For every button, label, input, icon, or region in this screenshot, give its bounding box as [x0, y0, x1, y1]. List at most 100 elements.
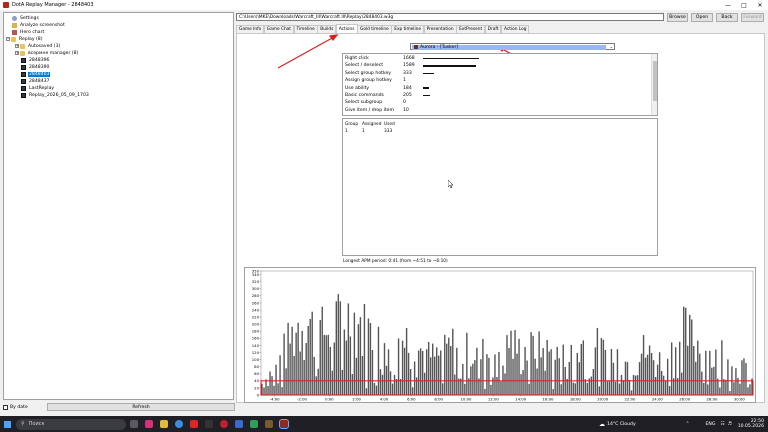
apm-bar	[685, 307, 687, 395]
replay-manager-app[interactable]	[277, 417, 291, 431]
player-select[interactable]: Aurora - [Tusker] ⌄	[410, 43, 615, 50]
apm-bar	[604, 349, 607, 395]
tray-chevron-icon[interactable]: ⌃	[686, 422, 690, 427]
stat-row[interactable]: Use ability 184	[345, 85, 430, 92]
apm-bar	[652, 360, 655, 395]
apm-bar	[429, 357, 432, 395]
tree-item-analyze-screenshot[interactable]: Analyze screenshot	[12, 22, 66, 28]
tree-item-replay-file[interactable]: 2848396	[21, 57, 50, 63]
expand-toggle[interactable]: +	[15, 44, 19, 48]
tree-item-settings[interactable]: Settings	[12, 15, 40, 21]
tab-presentation[interactable]: Presentation	[423, 25, 457, 33]
apm-bar	[703, 383, 705, 395]
screenshot-icon	[12, 22, 17, 28]
tree-item-replay-file[interactable]: 2848390	[21, 64, 50, 70]
tree-item-autosaved[interactable]: + Autosaved (3)	[15, 43, 61, 49]
stat-row[interactable]: Give item / drop item 10	[345, 107, 423, 114]
stat-row[interactable]: Select / deselect 1589	[345, 62, 477, 69]
y-tick-label: 60	[254, 371, 259, 376]
open-button[interactable]: Open	[691, 13, 713, 22]
youtube-app[interactable]	[187, 417, 201, 431]
minimize-button[interactable]: —	[720, 0, 736, 10]
taskbar-search[interactable]: ⚲ Поиск	[16, 418, 126, 430]
stat-row[interactable]: Select subgroup 0	[345, 99, 423, 106]
stat-row[interactable]: Select group hotkey 333	[345, 70, 435, 77]
replay-path-input[interactable]: C:\Users\MKE\Downloads\Warcraft_III\Warc…	[236, 13, 664, 21]
stat-bar	[423, 57, 479, 60]
apm-bar	[656, 364, 659, 395]
stat-row[interactable]: Assign group hotkey 1	[345, 77, 423, 84]
weather-text[interactable]: 14°C Cloudy	[607, 422, 636, 427]
apm-bar	[510, 330, 512, 395]
tab-game-chat[interactable]: Game Chat	[263, 25, 294, 33]
apm-bar	[644, 357, 647, 395]
replay-file-icon	[21, 71, 26, 77]
stat-row[interactable]: Right click 1668	[345, 55, 479, 62]
refresh-button[interactable]: Refresh	[47, 403, 235, 411]
tab-action-log[interactable]: Action Log	[500, 25, 530, 33]
y-tick-label: 320	[252, 279, 260, 284]
maximize-button[interactable]: □	[736, 0, 752, 10]
close-button[interactable]: ✕	[752, 0, 768, 10]
wifi-icon[interactable]: ☷	[720, 422, 724, 427]
stat-name: Select / deselect	[345, 63, 384, 69]
stat-name: Basic commands	[345, 93, 384, 98]
stat-name: Select group hotkey	[345, 70, 391, 76]
app-green[interactable]	[247, 417, 261, 431]
apm-bar	[630, 390, 633, 395]
apm-chart: 0 20 40 60 80 100 120 140 160 180 200 220 240 260 280 3…	[244, 267, 756, 403]
tree-item-manager[interactable]: + всермне manager (8)	[15, 50, 79, 56]
scrollbar-thumb[interactable]	[653, 61, 657, 101]
apm-bar	[399, 378, 402, 395]
chrome-app[interactable]	[172, 417, 186, 431]
browse-button[interactable]: Browse	[667, 13, 688, 22]
opera-app[interactable]	[217, 417, 231, 431]
apm-bar	[658, 352, 661, 395]
apm-bar	[745, 363, 747, 395]
app-icon	[235, 420, 243, 428]
expand-toggle[interactable]: +	[15, 51, 19, 55]
instagram-app[interactable]	[142, 417, 156, 431]
language-indicator[interactable]: ENG	[706, 422, 716, 427]
tree-item-replay-file[interactable]: LastReplay	[21, 85, 55, 91]
collapse-toggle[interactable]: −	[6, 37, 10, 41]
apm-bar	[570, 344, 572, 395]
clock[interactable]: 22:50 10.05.2026	[738, 419, 764, 429]
apm-bar	[307, 326, 309, 395]
replay-tree[interactable]: Settings Analyze screenshot Hero chart −…	[3, 12, 234, 400]
tab-actions[interactable]: Actions	[335, 24, 358, 33]
tree-item-replay-file[interactable]: Replay_2026_05_09_1703	[21, 92, 90, 98]
tree-item-replay-file-selected[interactable]: 2848403	[21, 71, 51, 77]
app-blue[interactable]	[232, 417, 246, 431]
tree-item-replay[interactable]: − Replay (8)	[6, 36, 44, 42]
apm-bar	[287, 322, 289, 395]
warcraft-app[interactable]	[262, 417, 276, 431]
apm-bar	[526, 360, 528, 395]
action-stats-list[interactable]: Right click 1668 Select / deselect 1589 Sele…	[342, 53, 658, 116]
tab-builds[interactable]: Builds	[317, 25, 337, 33]
stat-row[interactable]: Basic commands 205	[345, 92, 430, 99]
tab-draft[interactable]: Draft	[484, 25, 502, 33]
by-date-checkbox[interactable]	[3, 404, 8, 410]
stat-name: Assign group hotkey	[345, 78, 392, 84]
tree-item-replay-file[interactable]: 2848437	[21, 78, 50, 84]
task-view-app[interactable]	[127, 417, 141, 431]
tab-timeline[interactable]: Timeline	[293, 25, 318, 33]
forward-button[interactable]: Forward	[741, 13, 764, 22]
start-button[interactable]	[0, 416, 14, 432]
tab-extpresent[interactable]: ExtPresent	[456, 25, 486, 33]
tab-exp-timeline[interactable]: Exp timeline	[391, 25, 425, 33]
apm-bar	[546, 339, 548, 395]
app-dark[interactable]	[202, 417, 216, 431]
tree-item-hero-chart[interactable]: Hero chart	[12, 29, 45, 35]
apm-bar	[624, 361, 627, 395]
tab-gold-timeline[interactable]: Gold timeline	[357, 25, 392, 33]
apm-bar	[409, 369, 412, 395]
stats-scrollbar[interactable]	[651, 54, 657, 115]
volume-icon[interactable]: ♬	[728, 422, 732, 427]
tree-item-label: 2848403	[28, 71, 51, 77]
file-explorer-app[interactable]	[157, 417, 171, 431]
chevron-down-icon[interactable]: ⌄	[610, 44, 613, 49]
tab-game-info[interactable]: Game Info	[236, 25, 265, 33]
back-button[interactable]: Back	[716, 13, 738, 22]
